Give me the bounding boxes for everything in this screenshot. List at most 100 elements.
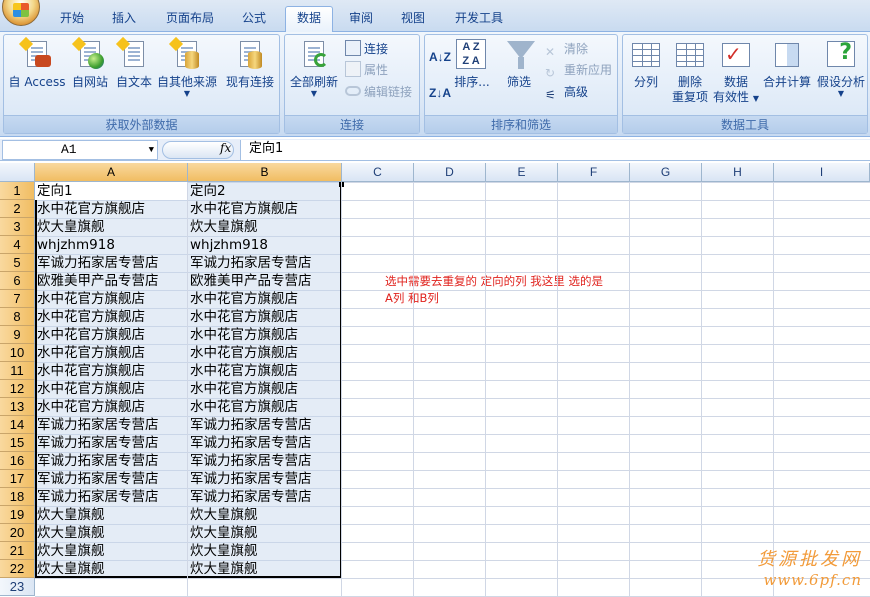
column-header-i[interactable]: I: [774, 163, 870, 182]
cell-a9[interactable]: 水中花官方旗舰店: [35, 326, 188, 344]
sort-button[interactable]: A ZZ A 排序...: [453, 39, 491, 90]
cell-a14[interactable]: 军诚力拓家居专营店: [35, 416, 188, 434]
row-header-9[interactable]: 9: [0, 326, 35, 344]
cell-b15[interactable]: 军诚力拓家居专营店: [188, 434, 342, 452]
cell-a21[interactable]: 炊大皇旗舰: [35, 542, 188, 560]
row-header-8[interactable]: 8: [0, 308, 35, 326]
sort-ascending-button[interactable]: A↓Z: [429, 47, 451, 67]
connections-button[interactable]: 连接: [345, 39, 388, 59]
from-other-sources-button[interactable]: 自其他来源 ▼: [156, 36, 218, 98]
chevron-down-icon[interactable]: ▼: [149, 141, 154, 159]
cell-b22[interactable]: 炊大皇旗舰: [188, 560, 342, 578]
cell-b5[interactable]: 军诚力拓家居专营店: [188, 254, 342, 272]
cell-a15[interactable]: 军诚力拓家居专营店: [35, 434, 188, 452]
row-header-19[interactable]: 19: [0, 506, 35, 524]
cell-a18[interactable]: 军诚力拓家居专营店: [35, 488, 188, 506]
cell-a1[interactable]: 定向1: [35, 182, 188, 200]
cell-b6[interactable]: 欧雅美甲产品专营店: [188, 272, 342, 290]
remove-duplicates-button[interactable]: 删除 重复项: [667, 39, 713, 105]
cell-b2[interactable]: 水中花官方旗舰店: [188, 200, 342, 218]
select-all-corner[interactable]: [0, 163, 35, 182]
edit-links-button[interactable]: 编辑链接: [345, 82, 412, 102]
cell-a5[interactable]: 军诚力拓家居专营店: [35, 254, 188, 272]
row-header-23[interactable]: 23: [0, 578, 35, 596]
row-header-3[interactable]: 3: [0, 218, 35, 236]
from-web-button[interactable]: 自网站: [68, 36, 112, 90]
row-header-5[interactable]: 5: [0, 254, 35, 272]
cell-b12[interactable]: 水中花官方旗舰店: [188, 380, 342, 398]
cell-b8[interactable]: 水中花官方旗舰店: [188, 308, 342, 326]
row-header-22[interactable]: 22: [0, 560, 35, 578]
row-header-6[interactable]: 6: [0, 272, 35, 290]
tab-developer[interactable]: 开发工具: [446, 7, 512, 32]
cell-b17[interactable]: 军诚力拓家居专营店: [188, 470, 342, 488]
column-header-a[interactable]: A: [35, 163, 188, 182]
row-header-12[interactable]: 12: [0, 380, 35, 398]
column-header-g[interactable]: G: [630, 163, 702, 182]
existing-connections-button[interactable]: 现有连接: [222, 39, 278, 90]
name-box[interactable]: A1 ▼: [2, 140, 158, 160]
row-header-21[interactable]: 21: [0, 542, 35, 560]
cell-a8[interactable]: 水中花官方旗舰店: [35, 308, 188, 326]
row-header-7[interactable]: 7: [0, 290, 35, 308]
row-header-18[interactable]: 18: [0, 488, 35, 506]
cell-b9[interactable]: 水中花官方旗舰店: [188, 326, 342, 344]
text-to-columns-button[interactable]: 分列: [627, 39, 665, 90]
filter-button[interactable]: 筛选: [501, 39, 537, 90]
consolidate-button[interactable]: 合并计算: [761, 39, 813, 90]
cell-a13[interactable]: 水中花官方旗舰店: [35, 398, 188, 416]
row-header-15[interactable]: 15: [0, 434, 35, 452]
row-header-4[interactable]: 4: [0, 236, 35, 254]
tab-formulas[interactable]: 公式: [232, 7, 276, 32]
cell-b11[interactable]: 水中花官方旗舰店: [188, 362, 342, 380]
row-header-2[interactable]: 2: [0, 200, 35, 218]
reapply-button[interactable]: ↻ 重新应用: [545, 60, 612, 80]
cell-a17[interactable]: 军诚力拓家居专营店: [35, 470, 188, 488]
office-button[interactable]: [2, 0, 40, 26]
cell-b1[interactable]: 定向2: [188, 182, 342, 200]
tab-home[interactable]: 开始: [52, 7, 92, 32]
cell-a2[interactable]: 水中花官方旗舰店: [35, 200, 188, 218]
cell-a22[interactable]: 炊大皇旗舰: [35, 560, 188, 578]
cell-a19[interactable]: 炊大皇旗舰: [35, 506, 188, 524]
cell-a6[interactable]: 欧雅美甲产品专营店: [35, 272, 188, 290]
properties-button[interactable]: 属性: [345, 60, 388, 80]
cell-a10[interactable]: 水中花官方旗舰店: [35, 344, 188, 362]
cell-b21[interactable]: 炊大皇旗舰: [188, 542, 342, 560]
row-header-10[interactable]: 10: [0, 344, 35, 362]
cell-b19[interactable]: 炊大皇旗舰: [188, 506, 342, 524]
row-header-1[interactable]: 1: [0, 182, 35, 200]
cell-b3[interactable]: 炊大皇旗舰: [188, 218, 342, 236]
advanced-filter-button[interactable]: ⚟ 高级: [545, 82, 588, 102]
cell-a4[interactable]: whjzhm918: [35, 236, 188, 254]
cell-b16[interactable]: 军诚力拓家居专营店: [188, 452, 342, 470]
row-header-14[interactable]: 14: [0, 416, 35, 434]
column-header-f[interactable]: F: [558, 163, 630, 182]
tab-page-layout[interactable]: 页面布局: [158, 7, 222, 32]
clear-filter-button[interactable]: ✕ 清除: [545, 39, 588, 59]
tab-view[interactable]: 视图: [392, 7, 434, 32]
insert-function-icon[interactable]: fx: [220, 141, 231, 155]
cell-a3[interactable]: 炊大皇旗舰: [35, 218, 188, 236]
cell-b18[interactable]: 军诚力拓家居专营店: [188, 488, 342, 506]
from-access-button[interactable]: 自 Access: [8, 36, 66, 90]
what-if-analysis-button[interactable]: 假设分析 ▼: [815, 39, 867, 98]
cell-a7[interactable]: 水中花官方旗舰店: [35, 290, 188, 308]
sort-descending-button[interactable]: Z↓A: [429, 83, 451, 103]
cell-a11[interactable]: 水中花官方旗舰店: [35, 362, 188, 380]
column-header-c[interactable]: C: [342, 163, 414, 182]
from-text-button[interactable]: 自文本: [112, 36, 156, 90]
column-header-e[interactable]: E: [486, 163, 558, 182]
column-header-h[interactable]: H: [702, 163, 774, 182]
cell-b14[interactable]: 军诚力拓家居专营店: [188, 416, 342, 434]
cell-b4[interactable]: whjzhm918: [188, 236, 342, 254]
tab-review[interactable]: 审阅: [340, 7, 382, 32]
cell-b13[interactable]: 水中花官方旗舰店: [188, 398, 342, 416]
column-header-d[interactable]: D: [414, 163, 486, 182]
row-header-13[interactable]: 13: [0, 398, 35, 416]
row-header-20[interactable]: 20: [0, 524, 35, 542]
tab-data[interactable]: 数据: [285, 6, 333, 33]
cell-b20[interactable]: 炊大皇旗舰: [188, 524, 342, 542]
cell-b7[interactable]: 水中花官方旗舰店: [188, 290, 342, 308]
row-header-11[interactable]: 11: [0, 362, 35, 380]
